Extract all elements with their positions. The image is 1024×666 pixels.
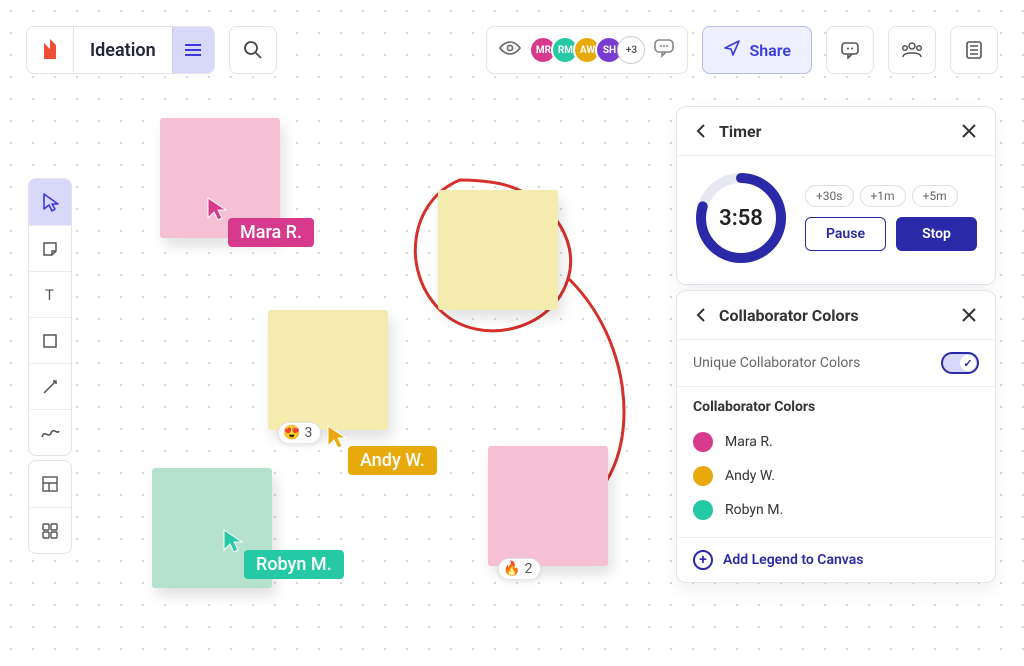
- sticky-note[interactable]: 🔥 2: [488, 446, 608, 566]
- line-tool[interactable]: [29, 363, 71, 409]
- share-label: Share: [749, 41, 791, 60]
- collab-title: Collaborator Colors: [719, 306, 949, 325]
- close-icon[interactable]: [957, 119, 981, 143]
- timer-ring: 3:58: [695, 172, 787, 264]
- visibility-icon[interactable]: [499, 40, 521, 60]
- document-menu-button[interactable]: [172, 27, 214, 73]
- heart-eyes-icon: 😍: [283, 425, 300, 441]
- pause-button[interactable]: Pause: [805, 217, 886, 251]
- collab-item[interactable]: Robyn M.: [693, 493, 979, 527]
- panel-back-button[interactable]: [691, 305, 711, 325]
- reaction-count: 2: [524, 561, 532, 577]
- avatar-overflow[interactable]: +3: [617, 36, 645, 64]
- reaction-badge[interactable]: 🔥 2: [498, 558, 541, 580]
- fire-icon: 🔥: [503, 561, 520, 577]
- presence-avatars[interactable]: MR RM AW SH +3: [529, 36, 645, 64]
- sticky-note[interactable]: [152, 468, 272, 588]
- timer-add-chip[interactable]: +1m: [860, 185, 906, 207]
- reaction-badge[interactable]: 😍 3: [278, 422, 321, 444]
- chat-button[interactable]: [826, 26, 874, 74]
- sticky-note[interactable]: 😍 3: [268, 310, 388, 430]
- text-tool[interactable]: T: [29, 271, 71, 317]
- panel-back-button[interactable]: [691, 121, 711, 141]
- send-icon: [723, 39, 741, 61]
- collab-item[interactable]: Mara R.: [693, 425, 979, 459]
- share-button[interactable]: Share: [702, 26, 812, 74]
- reaction-count: 3: [304, 425, 312, 441]
- add-legend-button[interactable]: + Add Legend to Canvas: [677, 537, 995, 582]
- components-tool[interactable]: [29, 507, 71, 553]
- color-swatch: [693, 466, 713, 486]
- layout-toolbar: [28, 460, 72, 554]
- document-title[interactable]: Ideation: [73, 27, 172, 73]
- timer-value: 3:58: [695, 172, 787, 264]
- top-bar: Ideation MR RM AW SH +3 Share: [26, 26, 998, 74]
- sticky-tool[interactable]: [29, 225, 71, 271]
- sticky-note[interactable]: [438, 190, 558, 310]
- unique-colors-toggle[interactable]: ✓: [941, 352, 979, 374]
- collab-list: Mara R. Andy W. Robyn M.: [677, 421, 995, 537]
- comments-icon[interactable]: [653, 38, 675, 62]
- sticky-note[interactable]: [160, 118, 280, 238]
- search-button[interactable]: [229, 26, 277, 74]
- svg-text:T: T: [45, 287, 54, 303]
- timer-add-chip[interactable]: +30s: [805, 185, 854, 207]
- app-logo[interactable]: [27, 27, 73, 73]
- document-switcher: Ideation: [26, 26, 215, 74]
- tools-toolbar: T: [28, 178, 72, 456]
- notes-button[interactable]: [950, 26, 998, 74]
- unique-colors-label: Unique Collaborator Colors: [693, 355, 860, 371]
- timer-panel: Timer 3:58 +30s +1m +5m Pause Stop: [676, 106, 996, 285]
- color-swatch: [693, 500, 713, 520]
- select-tool[interactable]: [29, 179, 71, 225]
- stop-button[interactable]: Stop: [896, 217, 977, 251]
- close-icon[interactable]: [957, 303, 981, 327]
- color-swatch: [693, 432, 713, 452]
- shape-tool[interactable]: [29, 317, 71, 363]
- timer-add-chip[interactable]: +5m: [912, 185, 958, 207]
- collab-list-title: Collaborator Colors: [677, 387, 995, 421]
- presence-cluster: MR RM AW SH +3: [486, 26, 688, 74]
- plus-icon: +: [693, 550, 713, 570]
- draw-tool[interactable]: [29, 409, 71, 455]
- collaborator-colors-panel: Collaborator Colors Unique Collaborator …: [676, 290, 996, 583]
- collab-item[interactable]: Andy W.: [693, 459, 979, 493]
- people-button[interactable]: [888, 26, 936, 74]
- timer-title: Timer: [719, 122, 949, 141]
- frame-tool[interactable]: [29, 461, 71, 507]
